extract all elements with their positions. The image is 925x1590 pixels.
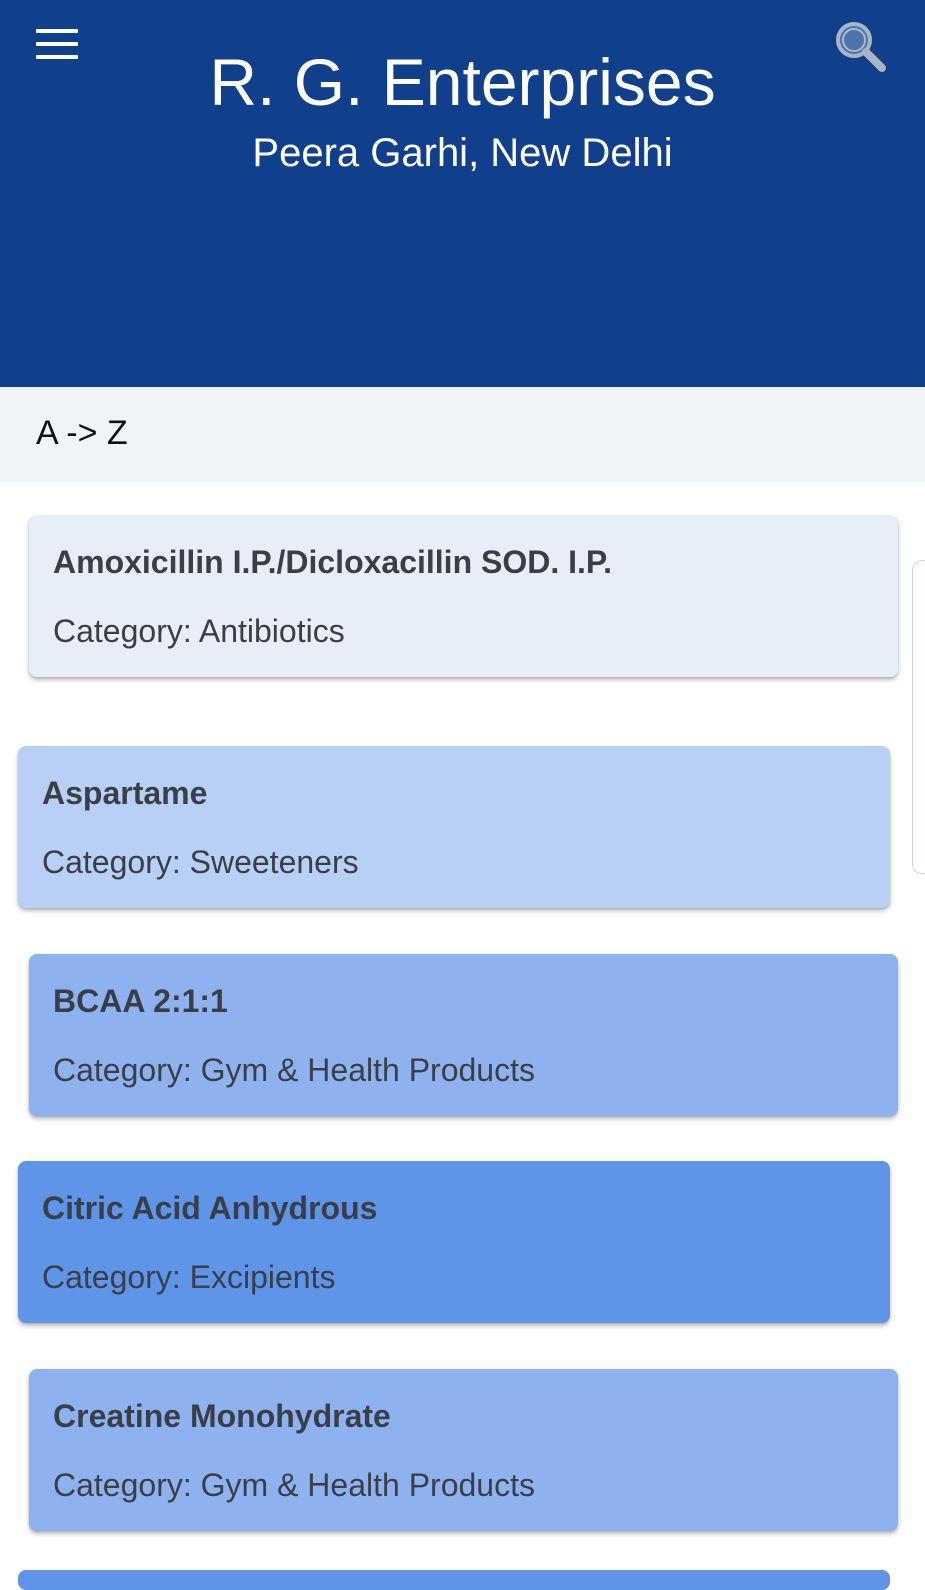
product-category: Category: Excipients (42, 1259, 336, 1295)
product-card[interactable]: Citric Acid Anhydrous Category: Excipien… (18, 1161, 890, 1323)
sort-order-toggle[interactable]: A -> Z (36, 411, 128, 455)
page-title: R. G. Enterprises (209, 45, 716, 119)
product-name: Aspartame (42, 775, 208, 811)
product-card[interactable]: BCAA 2:1:1 Category: Gym & Health Produc… (29, 954, 898, 1116)
sort-bar: A -> Z (0, 387, 925, 482)
product-category: Category: Antibiotics (53, 613, 345, 649)
product-category: Category: Gym & Health Products (53, 1467, 535, 1503)
product-name: Citric Acid Anhydrous (42, 1190, 378, 1226)
product-name: BCAA 2:1:1 (53, 983, 228, 1019)
product-category: Category: Gym & Health Products (53, 1052, 535, 1088)
product-name: Creatine Monohydrate (53, 1398, 391, 1434)
next-product-card-edge[interactable] (18, 1570, 890, 1590)
product-card[interactable]: Creatine Monohydrate Category: Gym & Hea… (29, 1369, 898, 1531)
product-card[interactable]: Amoxicillin I.P./Dicloxacillin SOD. I.P.… (29, 515, 898, 677)
app-header: R. G. Enterprises Peera Garhi, New Delhi (0, 0, 925, 387)
product-name: Amoxicillin I.P./Dicloxacillin SOD. I.P. (53, 544, 613, 580)
product-category: Category: Sweeteners (42, 844, 359, 880)
search-icon[interactable] (832, 18, 890, 76)
product-card[interactable]: Aspartame Category: Sweeteners (18, 746, 890, 908)
page-subtitle: Peera Garhi, New Delhi (252, 131, 673, 175)
edge-scroll-handle[interactable] (912, 560, 925, 874)
